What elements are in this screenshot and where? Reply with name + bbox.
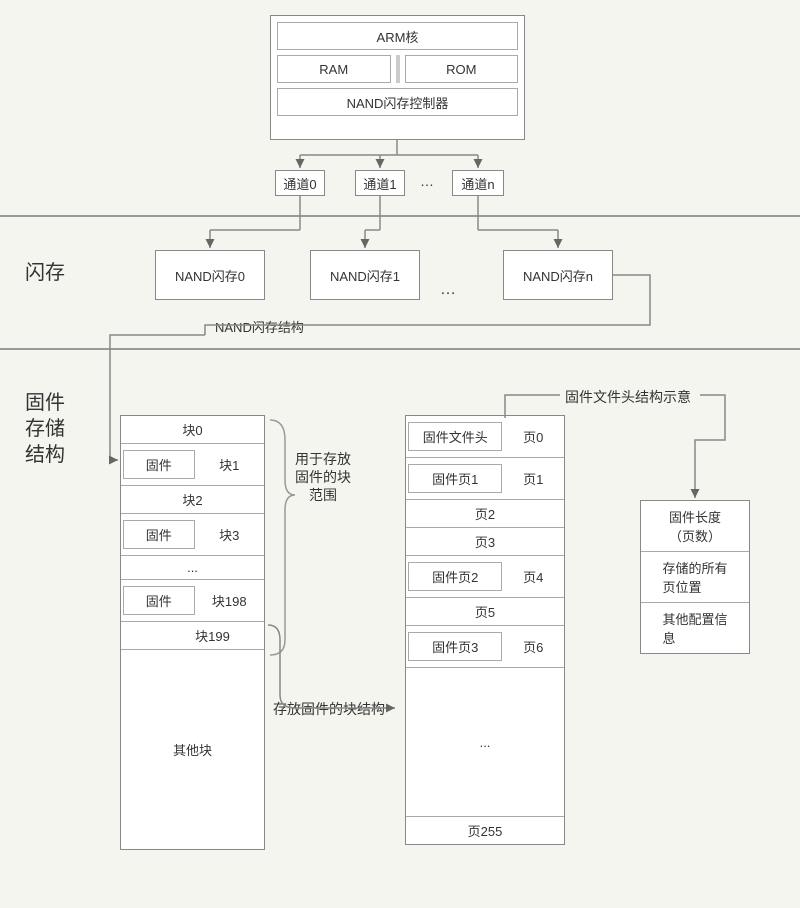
channel-1: 通道1 [355,170,405,196]
fw-page-2: 固件页2 [408,562,502,591]
block-3: 块3 [195,521,265,548]
divider-vert [396,55,400,83]
header-info-table: 固件长度 （页数） 存储的所有 页位置 其他配置信 息 [640,500,750,654]
flash-section-label: 闪存 [25,260,65,286]
pages-position: 存储的所有 页位置 [641,552,749,603]
nand-controller: NAND闪存控制器 [277,88,518,116]
block-table: 块0 固件 块1 块2 固件 块3 ... 固件 块198 块199 其他块 [120,415,265,850]
page-6-row: 固件页3 页6 [406,626,564,668]
block-3-row: 固件 块3 [121,514,264,556]
storage-section-label: 固件 存储 结构 [25,390,65,468]
nand-flash-1: NAND闪存1 [310,250,420,300]
page-0-row: 固件文件头 页0 [406,416,564,458]
block-range-anno: 用于存放 固件的块 范围 [295,450,351,505]
fw-page-3: 固件页3 [408,632,502,661]
page-4: 页4 [502,563,564,590]
page-4-row: 固件页2 页4 [406,556,564,598]
page-ellipsis: ... [406,668,564,817]
page-0: 页0 [502,423,564,450]
block-0: 块0 [121,416,264,444]
controller-block: ARM核 RAM ROM NAND闪存控制器 [270,15,525,140]
arm-core: ARM核 [277,22,518,50]
page-2: 页2 [406,500,564,528]
fw-page-1: 固件页1 [408,464,502,493]
page-table: 固件文件头 页0 固件页1 页1 页2 页3 固件页2 页4 页5 固件页3 页… [405,415,565,845]
fw-label-3: 固件 [123,520,195,549]
fw-header: 固件文件头 [408,422,502,451]
page-3: 页3 [406,528,564,556]
fw-label-198: 固件 [123,586,195,615]
fw-length: 固件长度 （页数） [641,501,749,552]
nand-struct-label: NAND闪存结构 [215,320,304,337]
nand-flash-n: NAND闪存n [503,250,613,300]
fw-label-1: 固件 [123,450,195,479]
other-config: 其他配置信 息 [641,603,749,653]
channel-n: 通道n [452,170,504,196]
nand-flash-0: NAND闪存0 [155,250,265,300]
block-1-row: 固件 块1 [121,444,264,486]
chip-ellipsis: … [440,280,456,301]
page-1-row: 固件页1 页1 [406,458,564,500]
channel-ellipsis: … [420,172,434,190]
divider-1 [0,215,800,217]
channel-0: 通道0 [275,170,325,196]
block-198-row: 固件 块198 [121,580,264,622]
page-1: 页1 [502,465,564,492]
page-5: 页5 [406,598,564,626]
block-199: 块199 [121,622,264,650]
page-255: 页255 [406,817,564,844]
ram-block: RAM [277,55,391,83]
divider-2 [0,348,800,350]
block-1: 块1 [195,451,265,478]
block-198: 块198 [195,587,265,614]
block-ellipsis: ... [121,556,264,580]
header-struct-anno: 固件文件头结构示意 [565,388,691,406]
block-2: 块2 [121,486,264,514]
other-blocks: 其他块 [121,650,264,849]
page-6: 页6 [502,633,564,660]
rom-block: ROM [405,55,519,83]
block-struct-anno: 存放固件的块结构 [273,700,385,718]
